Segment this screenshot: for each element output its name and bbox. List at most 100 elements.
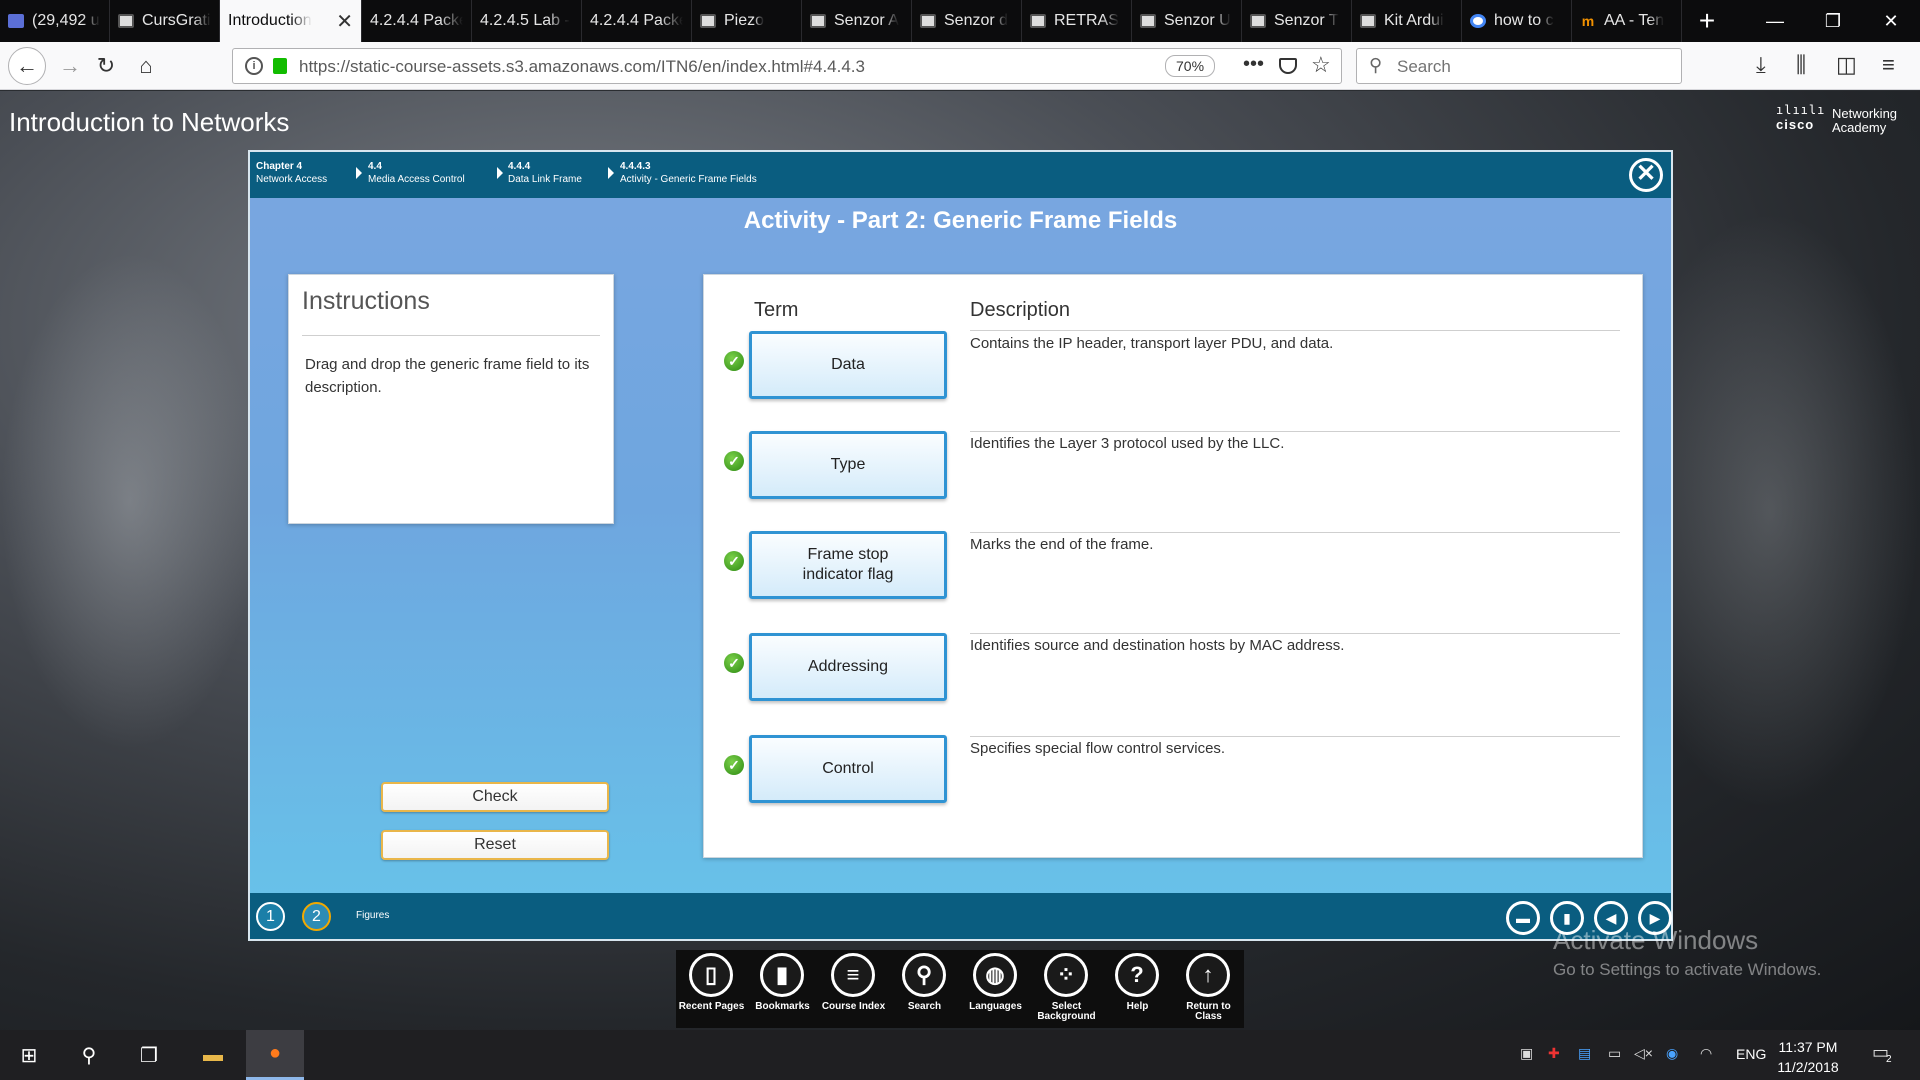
correct-check-icon: ✓ bbox=[724, 653, 744, 673]
course-index-button[interactable]: ≡ Course Index bbox=[818, 950, 889, 1028]
search-icon: ⚲ bbox=[902, 953, 946, 997]
tab-label: CursGratis bbox=[142, 12, 211, 29]
mail-icon bbox=[8, 14, 24, 28]
activate-windows-watermark: Activate Windows Go to Settings to activ… bbox=[1553, 925, 1821, 980]
breadcrumb-chapter[interactable]: Chapter 4 Network Access bbox=[256, 160, 327, 186]
window-close-icon[interactable]: ✕ bbox=[1862, 0, 1920, 42]
breadcrumb-arrow-icon bbox=[608, 167, 614, 179]
image-icon bbox=[810, 14, 826, 28]
image-icon bbox=[700, 14, 716, 28]
minimize-icon[interactable]: — bbox=[1746, 0, 1804, 42]
term-tile-addressing[interactable]: Addressing bbox=[749, 633, 947, 701]
tab[interactable]: Kit Ardui bbox=[1352, 0, 1462, 42]
breadcrumb-arrow-icon bbox=[497, 167, 503, 179]
languages-button[interactable]: ◍ Languages bbox=[960, 950, 1031, 1028]
select-background-button[interactable]: ⁘ Select Background bbox=[1031, 950, 1102, 1028]
page-1-button[interactable]: 1 bbox=[256, 902, 285, 931]
tray-sync-icon[interactable]: ◉ bbox=[1666, 1045, 1684, 1063]
term-tile-frame-stop-indicator-flag[interactable]: Frame stop indicator flag bbox=[749, 531, 947, 599]
divider bbox=[302, 335, 600, 336]
forward-button[interactable]: → bbox=[54, 50, 86, 82]
back-button[interactable]: ← bbox=[8, 47, 46, 85]
file-explorer-icon[interactable]: ▬ bbox=[184, 1030, 242, 1080]
tray-wifi-icon[interactable]: ◠ bbox=[1700, 1045, 1718, 1063]
reset-button[interactable]: Reset bbox=[381, 830, 609, 860]
search-bar[interactable]: ⚲ Search bbox=[1356, 48, 1682, 84]
tab-label: AA - Ten bbox=[1604, 12, 1665, 29]
tab[interactable]: m AA - Ten bbox=[1572, 0, 1682, 42]
firefox-icon[interactable]: ● bbox=[246, 1030, 304, 1080]
tray-network-icon[interactable]: ▣ bbox=[1520, 1045, 1538, 1063]
help-icon: ? bbox=[1115, 953, 1159, 997]
tab-label: 4.2.4.4 Packet bbox=[590, 12, 683, 29]
tab[interactable]: Senzor T bbox=[1242, 0, 1352, 42]
task-view-icon[interactable]: ❐ bbox=[120, 1030, 178, 1080]
restore-icon[interactable]: ❐ bbox=[1804, 0, 1862, 42]
breadcrumb-topic[interactable]: 4.4.4 Data Link Frame bbox=[508, 160, 582, 186]
tab[interactable]: 4.2.4.5 Lab - bbox=[472, 0, 582, 42]
term-tile-data[interactable]: Data bbox=[749, 331, 947, 399]
close-tab-icon[interactable]: ✕ bbox=[336, 9, 353, 34]
check-button[interactable]: Check bbox=[381, 782, 609, 812]
tab[interactable]: how to c bbox=[1462, 0, 1572, 42]
tab[interactable]: RETRAS bbox=[1022, 0, 1132, 42]
divider bbox=[970, 736, 1620, 737]
reload-button[interactable]: ↻ bbox=[90, 50, 122, 82]
page-2-button[interactable]: 2 bbox=[302, 902, 331, 931]
library-icon[interactable]: ⫼ bbox=[1796, 52, 1806, 78]
pocket-icon[interactable] bbox=[1279, 58, 1297, 74]
page-actions-icon[interactable]: ••• bbox=[1243, 53, 1264, 76]
recent-pages-icon: ▯ bbox=[689, 953, 733, 997]
zoom-indicator[interactable]: 70% bbox=[1165, 55, 1216, 77]
breadcrumb-section[interactable]: 4.4 Media Access Control bbox=[368, 160, 465, 186]
url-text[interactable]: https://static-course-assets.s3.amazonaw… bbox=[299, 57, 865, 77]
tab[interactable]: 4.2.4.4 Packet bbox=[582, 0, 692, 42]
tray-volume-icon[interactable]: ◁× bbox=[1634, 1045, 1653, 1063]
new-tab-button[interactable]: + bbox=[1682, 0, 1732, 42]
tab[interactable]: 4.2.4.4 Packet bbox=[362, 0, 472, 42]
search-placeholder: Search bbox=[1397, 57, 1451, 76]
tab[interactable]: (29,492 u bbox=[0, 0, 110, 42]
tab[interactable]: Senzor U bbox=[1132, 0, 1242, 42]
windows-start-icon[interactable]: ⊞ bbox=[0, 1030, 58, 1080]
tab[interactable]: Senzor A bbox=[802, 0, 912, 42]
course-toolbar: ▯ Recent Pages ▮ Bookmarks ≡ Course Index ⚲… bbox=[676, 950, 1244, 1028]
divider bbox=[970, 330, 1620, 331]
tool-label: Help bbox=[1126, 1001, 1149, 1012]
tab[interactable]: Piezo bbox=[692, 0, 802, 42]
image-icon bbox=[118, 14, 134, 28]
download-icon[interactable]: ⤓ bbox=[1756, 52, 1766, 78]
tab-label: 4.2.4.4 Packet bbox=[370, 12, 463, 29]
search-button[interactable]: ⚲ Search bbox=[889, 950, 960, 1028]
term-tile-control[interactable]: Control bbox=[749, 735, 947, 803]
info-icon[interactable]: i bbox=[245, 57, 263, 75]
close-activity-button[interactable]: ✕ bbox=[1629, 158, 1663, 192]
return-to-class-button[interactable]: ↑ Return to Class bbox=[1173, 950, 1244, 1028]
language-indicator[interactable]: ENG bbox=[1736, 1046, 1766, 1062]
tab-active[interactable]: Introduction ✕ bbox=[220, 0, 362, 42]
tab-label: RETRAS bbox=[1054, 12, 1119, 29]
google-icon bbox=[1470, 14, 1486, 28]
comment-icon[interactable]: ▬ bbox=[1506, 901, 1540, 935]
description-column-header: Description bbox=[970, 299, 1071, 321]
tray-security-icon[interactable]: ✚ bbox=[1548, 1045, 1566, 1063]
search-icon: ⚲ bbox=[1369, 55, 1383, 75]
url-bar[interactable]: i https://static-course-assets.s3.amazon… bbox=[232, 48, 1342, 84]
tab[interactable]: CursGratis bbox=[110, 0, 220, 42]
term-tile-type[interactable]: Type bbox=[749, 431, 947, 499]
description-text: Identifies the Layer 3 protocol used by … bbox=[970, 435, 1285, 452]
breadcrumb: Chapter 4 Network Access 4.4 Media Acces… bbox=[250, 152, 1671, 198]
image-icon bbox=[1360, 14, 1376, 28]
tray-app-icon[interactable]: ▤ bbox=[1578, 1045, 1596, 1063]
home-button[interactable]: ⌂ bbox=[130, 50, 162, 82]
clock[interactable]: 11:37 PM 11/2/2018 bbox=[1776, 1037, 1840, 1077]
help-button[interactable]: ? Help bbox=[1102, 950, 1173, 1028]
tab[interactable]: Senzor d bbox=[912, 0, 1022, 42]
sidebar-icon[interactable]: ◫ bbox=[1836, 52, 1857, 78]
tray-battery-icon[interactable]: ▭ bbox=[1608, 1045, 1626, 1063]
bookmarks-button[interactable]: ▮ Bookmarks bbox=[747, 950, 818, 1028]
menu-icon[interactable]: ≡ bbox=[1882, 52, 1895, 78]
recent-pages-button[interactable]: ▯ Recent Pages bbox=[676, 950, 747, 1028]
bookmark-star-icon[interactable]: ☆ bbox=[1311, 52, 1331, 78]
search-icon[interactable]: ⚲ bbox=[60, 1030, 118, 1080]
